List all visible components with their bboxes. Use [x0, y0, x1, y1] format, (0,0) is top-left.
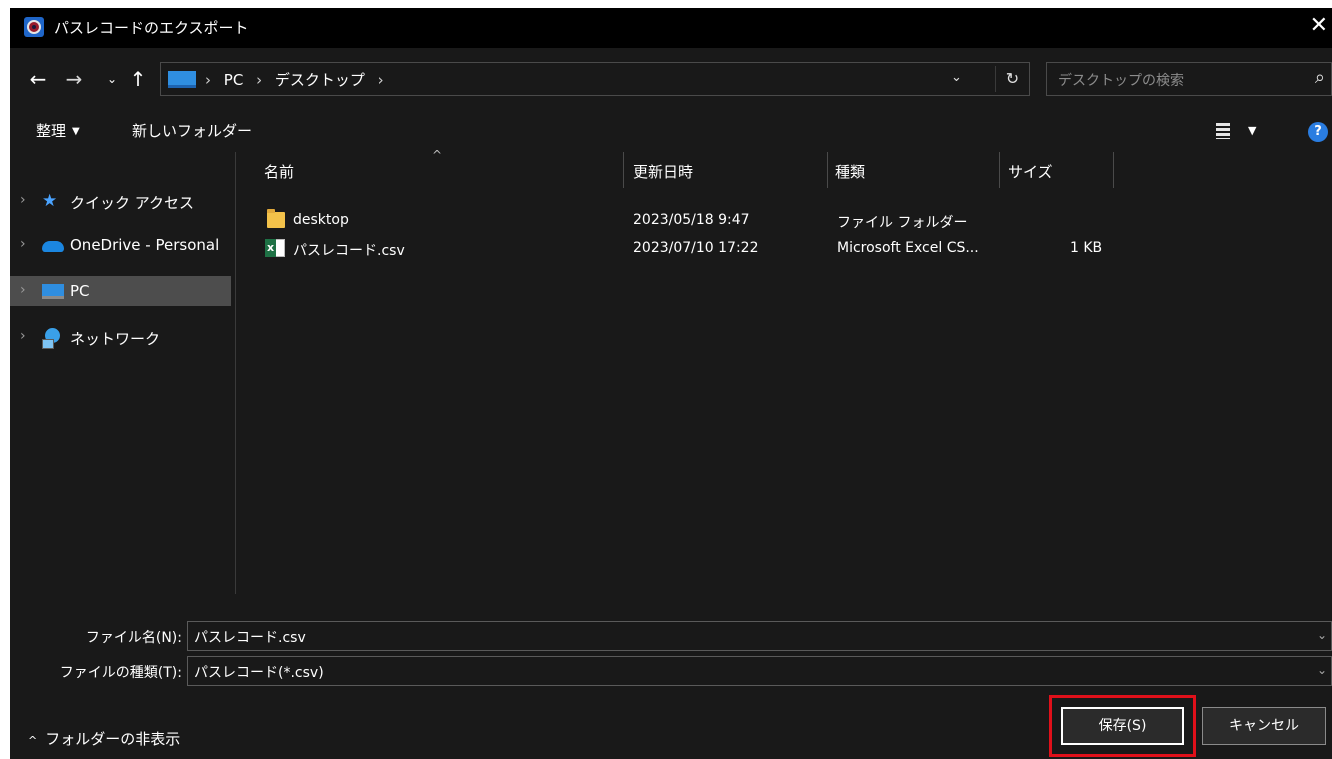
column-header-size[interactable]: サイズ: [1008, 161, 1053, 182]
expand-chevron-icon[interactable]: ›: [20, 192, 26, 208]
filename-value: パスレコード.csv: [194, 630, 306, 646]
chevron-down-icon[interactable]: ⌄: [1317, 628, 1327, 642]
file-type: Microsoft Excel CS...: [837, 240, 979, 256]
sidebar-item-label: PC: [70, 282, 90, 300]
column-divider[interactable]: [623, 152, 624, 188]
view-options-icon[interactable]: [1216, 123, 1230, 139]
column-divider[interactable]: [827, 152, 828, 188]
hide-folders-toggle[interactable]: ^ フォルダーの非表示: [28, 728, 180, 749]
sidebar-item-pc[interactable]: › PC: [10, 276, 231, 306]
column-divider[interactable]: [1113, 152, 1114, 188]
address-bar[interactable]: › PC › デスクトップ › ⌄ ↻: [160, 62, 1030, 96]
file-type: ファイル フォルダー: [837, 215, 968, 231]
save-button[interactable]: 保存(S): [1061, 707, 1184, 745]
breadcrumb-separator: ›: [205, 71, 211, 89]
folder-icon: [267, 209, 285, 228]
back-arrow-icon[interactable]: ←: [26, 65, 50, 93]
help-icon[interactable]: ?: [1308, 122, 1328, 142]
sidebar-item-quick-access[interactable]: › ★ クイック アクセス: [10, 186, 231, 216]
save-form: ファイル名(N): パスレコード.csv ⌄ ファイルの種類(T): パスレコー…: [10, 594, 1332, 759]
app-logo-icon: [24, 17, 44, 37]
file-modified: 2023/05/18 9:47: [633, 212, 750, 228]
excel-file-icon: [265, 239, 285, 257]
computer-icon: [42, 284, 64, 299]
expand-chevron-icon[interactable]: ›: [20, 328, 26, 344]
search-placeholder: デスクトップの検索: [1058, 73, 1184, 89]
cancel-button[interactable]: キャンセル: [1202, 707, 1326, 745]
new-folder-button[interactable]: 新しいフォルダー: [132, 120, 252, 141]
sort-ascending-icon: ^: [432, 148, 443, 162]
expand-chevron-icon[interactable]: ›: [20, 236, 26, 252]
breadcrumb: › PC › デスクトップ ›: [205, 69, 392, 90]
address-dropdown-icon[interactable]: ⌄: [951, 70, 962, 85]
save-dialog: パスレコードのエクスポート ✕ ← → ⌄ ↑ › PC › デスクトップ › …: [10, 8, 1332, 759]
filetype-label: ファイルの種類(T):: [59, 665, 182, 681]
filename-label: ファイル名(N):: [85, 630, 182, 646]
file-row[interactable]: パスレコード.csv 2023/07/10 17:22 Microsoft Ex…: [237, 236, 1332, 262]
filetype-value: パスレコード(*.csv): [194, 665, 324, 681]
search-icon[interactable]: ⌕: [1315, 67, 1325, 88]
filetype-select[interactable]: パスレコード(*.csv) ⌄: [187, 656, 1332, 686]
file-name: パスレコード.csv: [293, 243, 405, 259]
caret-up-icon: ^: [28, 734, 38, 747]
command-toolbar: 整理 ▼ 新しいフォルダー ▼ ?: [10, 110, 1332, 152]
file-size: 1 KB: [1070, 240, 1103, 256]
sidebar-item-onedrive[interactable]: › OneDrive - Personal: [10, 230, 231, 260]
title-bar: パスレコードのエクスポート ✕: [10, 8, 1332, 48]
column-divider[interactable]: [999, 152, 1000, 188]
organize-label: 整理: [36, 122, 67, 140]
breadcrumb-item-desktop[interactable]: デスクトップ: [275, 71, 365, 89]
expand-chevron-icon[interactable]: ›: [20, 282, 26, 298]
file-name: desktop: [293, 212, 349, 228]
sidebar-item-label: OneDrive - Personal: [70, 236, 220, 254]
network-icon: [42, 328, 62, 349]
breadcrumb-separator[interactable]: ›: [256, 71, 262, 89]
file-list: ^ 名前 更新日時 種類 サイズ desktop 2023/05/18 9:47…: [237, 148, 1332, 594]
organize-button[interactable]: 整理 ▼: [36, 120, 80, 141]
cloud-icon: [42, 241, 64, 252]
sidebar-item-label: クイック アクセス: [70, 194, 195, 212]
column-header-modified[interactable]: 更新日時: [633, 161, 693, 182]
breadcrumb-item-pc[interactable]: PC: [224, 71, 244, 89]
column-header-name[interactable]: 名前: [264, 161, 294, 182]
star-icon: ★: [42, 191, 58, 211]
forward-arrow-icon[interactable]: →: [62, 65, 86, 93]
column-header-type[interactable]: 種類: [835, 161, 865, 182]
recent-locations-chevron-icon[interactable]: ⌄: [100, 65, 124, 93]
navigation-pane: › ★ クイック アクセス › OneDrive - Personal › PC…: [10, 152, 236, 594]
close-icon[interactable]: ✕: [1310, 13, 1328, 39]
up-arrow-icon[interactable]: ↑: [126, 65, 150, 93]
search-input[interactable]: デスクトップの検索 ⌕: [1046, 62, 1332, 96]
computer-icon: [168, 71, 196, 88]
filename-input[interactable]: パスレコード.csv ⌄: [187, 621, 1332, 651]
window-title: パスレコードのエクスポート: [54, 19, 249, 37]
file-modified: 2023/07/10 17:22: [633, 240, 759, 256]
chevron-down-icon[interactable]: ⌄: [1317, 663, 1327, 677]
caret-down-icon: ▼: [72, 126, 80, 137]
sidebar-item-network[interactable]: › ネットワーク: [10, 322, 231, 352]
sidebar-item-label: ネットワーク: [70, 330, 161, 348]
hide-folders-label: フォルダーの非表示: [45, 730, 181, 748]
view-caret-icon[interactable]: ▼: [1248, 124, 1256, 137]
navigation-row: ← → ⌄ ↑ › PC › デスクトップ › ⌄ ↻ デスクトップの検索 ⌕: [10, 48, 1332, 110]
refresh-icon[interactable]: ↻: [995, 66, 1029, 92]
column-headers: ^ 名前 更新日時 種類 サイズ: [237, 148, 1332, 192]
file-row[interactable]: desktop 2023/05/18 9:47 ファイル フォルダー: [237, 208, 1332, 234]
breadcrumb-separator[interactable]: ›: [378, 71, 384, 89]
